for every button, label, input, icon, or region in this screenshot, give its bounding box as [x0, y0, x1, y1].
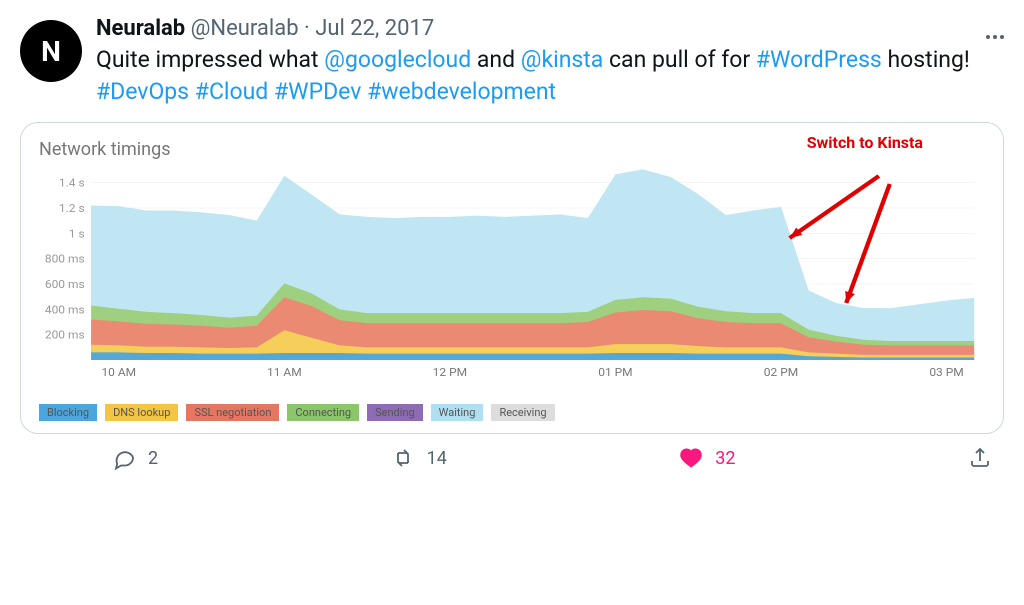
link[interactable]: #webdevelopment — [367, 78, 556, 105]
svg-text:10 AM: 10 AM — [101, 365, 136, 378]
more-icon[interactable] — [983, 24, 1004, 43]
svg-text:1 s: 1 s — [69, 227, 85, 240]
retweet-count: 14 — [427, 448, 447, 469]
avatar[interactable]: N — [20, 20, 82, 82]
svg-text:1.4 s: 1.4 s — [59, 176, 85, 189]
tweet-byline: Neuralab @Neuralab · Jul 22, 2017 — [96, 16, 1004, 42]
link[interactable]: #WPDev — [274, 78, 361, 105]
legend-item: Connecting — [287, 404, 359, 421]
tweet-text: Quite impressed what @googlecloud and @k… — [96, 44, 1004, 108]
user-handle[interactable]: @Neuralab — [191, 16, 299, 41]
svg-text:200 ms: 200 ms — [45, 328, 85, 341]
svg-text:02 PM: 02 PM — [764, 365, 798, 378]
reply-button[interactable]: 2 — [112, 446, 158, 470]
like-count: 32 — [715, 448, 735, 469]
legend-item: SSL negotiation — [186, 404, 279, 421]
tweet-date[interactable]: Jul 22, 2017 — [315, 16, 434, 41]
tweet-header: N Neuralab @Neuralab · Jul 22, 2017 Quit… — [20, 16, 1004, 108]
legend-item: Sending — [367, 404, 423, 421]
chart-annotation: Switch to Kinsta — [807, 133, 923, 152]
share-button[interactable] — [968, 446, 992, 470]
tweet-actions: 2 14 32 — [20, 446, 1004, 470]
legend-item: DNS lookup — [105, 404, 178, 421]
legend-item: Receiving — [491, 404, 554, 421]
legend-item: Waiting — [431, 404, 484, 421]
embedded-image-card[interactable]: Network timings Switch to Kinsta 1.4 s1.… — [20, 122, 1004, 434]
svg-text:03 PM: 03 PM — [929, 365, 963, 378]
svg-text:400 ms: 400 ms — [45, 303, 85, 316]
link[interactable]: #WordPress — [756, 46, 882, 73]
legend-item: Blocking — [39, 404, 97, 421]
link[interactable]: #Cloud — [195, 78, 269, 105]
svg-text:12 PM: 12 PM — [433, 365, 467, 378]
like-button[interactable]: 32 — [679, 446, 735, 470]
svg-text:01 PM: 01 PM — [598, 365, 632, 378]
svg-text:1.2 s: 1.2 s — [59, 201, 85, 214]
link[interactable]: #DevOps — [96, 78, 189, 105]
chart: 1.4 s 1.2 s 1 s 800 ms 600 ms 400 ms 200 ms 10 … — [39, 164, 985, 398]
svg-text:800 ms: 800 ms — [45, 252, 85, 265]
display-name[interactable]: Neuralab — [96, 16, 185, 41]
tweet: N Neuralab @Neuralab · Jul 22, 2017 Quit… — [0, 0, 1024, 480]
svg-text:600 ms: 600 ms — [45, 277, 85, 290]
chart-legend: Blocking DNS lookup SSL negotiation Connect… — [39, 404, 985, 421]
reply-count: 2 — [148, 448, 158, 469]
svg-text:11 AM: 11 AM — [267, 365, 302, 378]
retweet-button[interactable]: 14 — [391, 446, 447, 470]
link[interactable]: @googlecloud — [324, 46, 471, 73]
link[interactable]: @kinsta — [521, 46, 604, 73]
